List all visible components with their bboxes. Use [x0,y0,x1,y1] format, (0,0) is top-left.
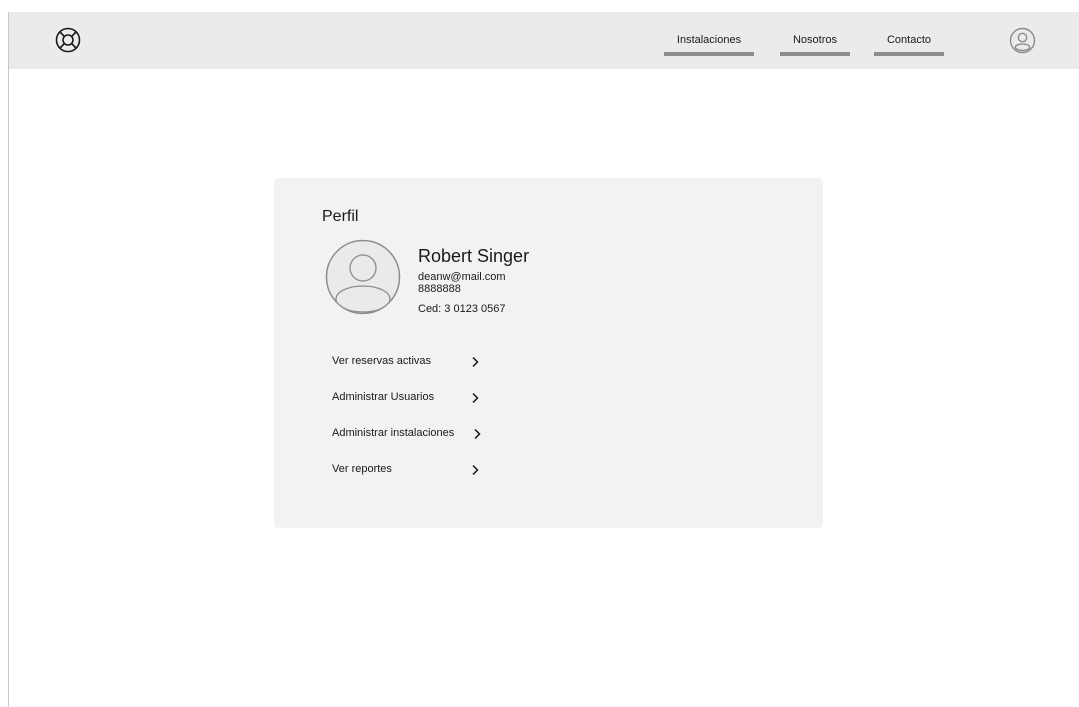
profile-name: Robert Singer [418,246,530,266]
menu-label: Administrar Usuarios [332,391,435,403]
menu-label: Ver reportes [332,463,392,475]
menu-item-ver-reportes[interactable]: Ver reportes [332,460,492,480]
profile-title: Perfil [322,208,359,225]
menu-label: Ver reservas activas [332,355,432,367]
nav-label-nosotros: Nosotros [792,34,838,46]
chevron-right-icon [474,428,481,440]
nav-label-contacto: Contacto [886,34,932,46]
nav-label-instalaciones: Instalaciones [676,34,742,46]
profile-phone: 8888888 [418,283,461,295]
nav-underline-nosotros [780,52,850,56]
profile-email: deanw@mail.com [418,271,506,283]
nav-item-contacto[interactable]: Contacto [874,34,944,64]
menu-item-administrar-usuarios[interactable]: Administrar Usuarios [332,388,492,408]
nav-item-nosotros[interactable]: Nosotros [780,34,850,64]
profile-card: Perfil Robert Singer deanw@mail.com 8888… [274,178,823,528]
lifebuoy-icon[interactable] [54,26,82,54]
profile-ced: Ced: 3 0123 0567 [418,303,506,315]
nav-item-instalaciones[interactable]: Instalaciones [664,34,754,64]
menu-item-ver-reservas-activas[interactable]: Ver reservas activas [332,352,492,372]
menu-item-administrar-instalaciones[interactable]: Administrar instalaciones [332,424,492,444]
top-navigation-bar: Instalaciones Nosotros Contacto [9,12,1079,69]
avatar-placeholder-icon [325,239,401,315]
nav-underline-instalaciones [664,52,754,56]
user-circle-icon[interactable] [1009,27,1036,54]
page-frame: Instalaciones Nosotros Contacto Perfil R… [8,12,1079,707]
chevron-right-icon [472,356,479,368]
nav-underline-contacto [874,52,944,56]
menu-label: Administrar instalaciones [332,427,455,439]
chevron-right-icon [472,464,479,476]
chevron-right-icon [472,392,479,404]
